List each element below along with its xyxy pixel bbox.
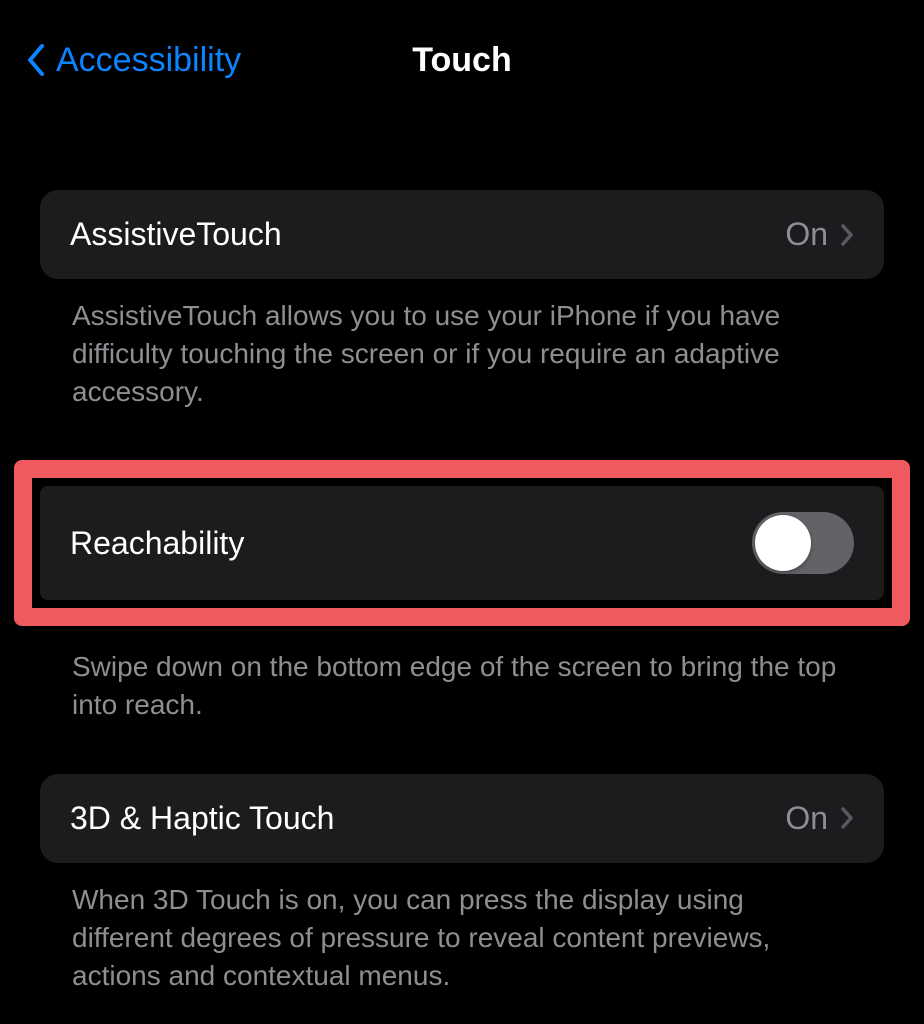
chevron-left-icon	[24, 42, 46, 78]
toggle-knob	[755, 515, 811, 571]
haptic-touch-footer: When 3D Touch is on, you can press the d…	[40, 863, 884, 994]
reachability-label: Reachability	[70, 525, 244, 562]
content-area: AssistiveTouch On AssistiveTouch allows …	[0, 110, 924, 994]
haptic-touch-group: 3D & Haptic Touch On When 3D Touch is on…	[40, 774, 884, 994]
navigation-header: Accessibility Touch	[0, 0, 924, 110]
reachability-footer: Swipe down on the bottom edge of the scr…	[40, 630, 884, 724]
assistive-touch-group: AssistiveTouch On AssistiveTouch allows …	[40, 190, 884, 410]
assistive-touch-row[interactable]: AssistiveTouch On	[40, 190, 884, 279]
reachability-row[interactable]: Reachability	[40, 486, 884, 600]
reachability-group: Reachability Swipe down on the bottom ed…	[40, 460, 884, 724]
row-right-detail: On	[785, 216, 854, 253]
row-right-detail: On	[785, 800, 854, 837]
assistive-touch-value: On	[785, 216, 828, 253]
haptic-touch-row[interactable]: 3D & Haptic Touch On	[40, 774, 884, 863]
assistive-touch-label: AssistiveTouch	[70, 216, 282, 253]
highlight-annotation: Reachability	[14, 460, 910, 626]
haptic-touch-value: On	[785, 800, 828, 837]
back-label: Accessibility	[56, 41, 241, 80]
chevron-right-icon	[840, 806, 854, 830]
back-button[interactable]: Accessibility	[24, 41, 241, 80]
reachability-toggle[interactable]	[752, 512, 854, 574]
chevron-right-icon	[840, 223, 854, 247]
haptic-touch-label: 3D & Haptic Touch	[70, 800, 334, 837]
assistive-touch-footer: AssistiveTouch allows you to use your iP…	[40, 279, 884, 410]
